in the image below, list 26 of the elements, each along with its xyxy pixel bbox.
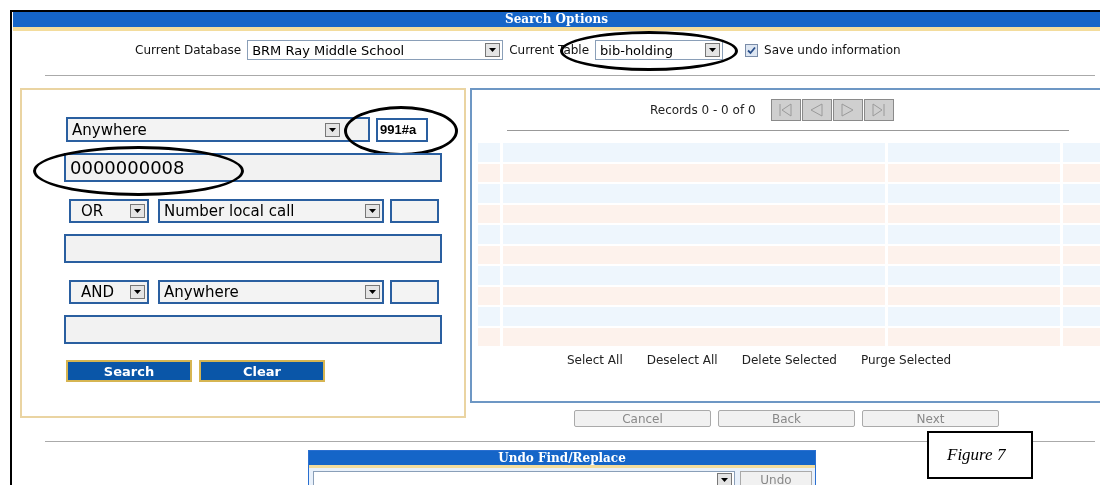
field-dropdown[interactable]: Anywhere: [66, 117, 370, 142]
action-link[interactable]: Deselect All: [646, 353, 718, 367]
checkbox[interactable]: [745, 43, 759, 57]
checkbox-label: Save undo information: [764, 43, 901, 57]
operator-dropdown[interactable]: OR: [69, 198, 149, 223]
search-button[interactable]: Search: [66, 360, 192, 382]
action-link[interactable]: Purge Selected: [860, 353, 952, 367]
panel-title: Search Options: [13, 12, 1100, 31]
undo-panel-title: Undo Find/Replace: [309, 451, 815, 468]
records-count: Records 0 - 0 of 0: [650, 103, 756, 117]
search-term-field[interactable]: [64, 234, 442, 263]
table-dropdown[interactable]: bib-holding: [595, 40, 724, 60]
search-term-field[interactable]: 0000000008: [64, 153, 442, 182]
database-dropdown[interactable]: BRM Ray Middle School: [247, 40, 504, 60]
field-dropdown[interactable]: Number local call: [158, 198, 384, 223]
figure-caption: Figure 7: [927, 431, 1033, 479]
tag-field[interactable]: [390, 198, 439, 223]
field-dropdown[interactable]: Anywhere: [158, 279, 384, 304]
search-term-field[interactable]: [64, 315, 442, 344]
tag-field[interactable]: [390, 279, 439, 304]
action-link[interactable]: Select All: [567, 353, 623, 367]
clear-button[interactable]: Clear: [199, 360, 325, 382]
database-label: Current Database: [135, 43, 242, 57]
tag-field[interactable]: 991#a: [376, 117, 428, 142]
action-link[interactable]: Delete Selected: [741, 353, 837, 367]
operator-dropdown[interactable]: AND: [69, 279, 149, 304]
